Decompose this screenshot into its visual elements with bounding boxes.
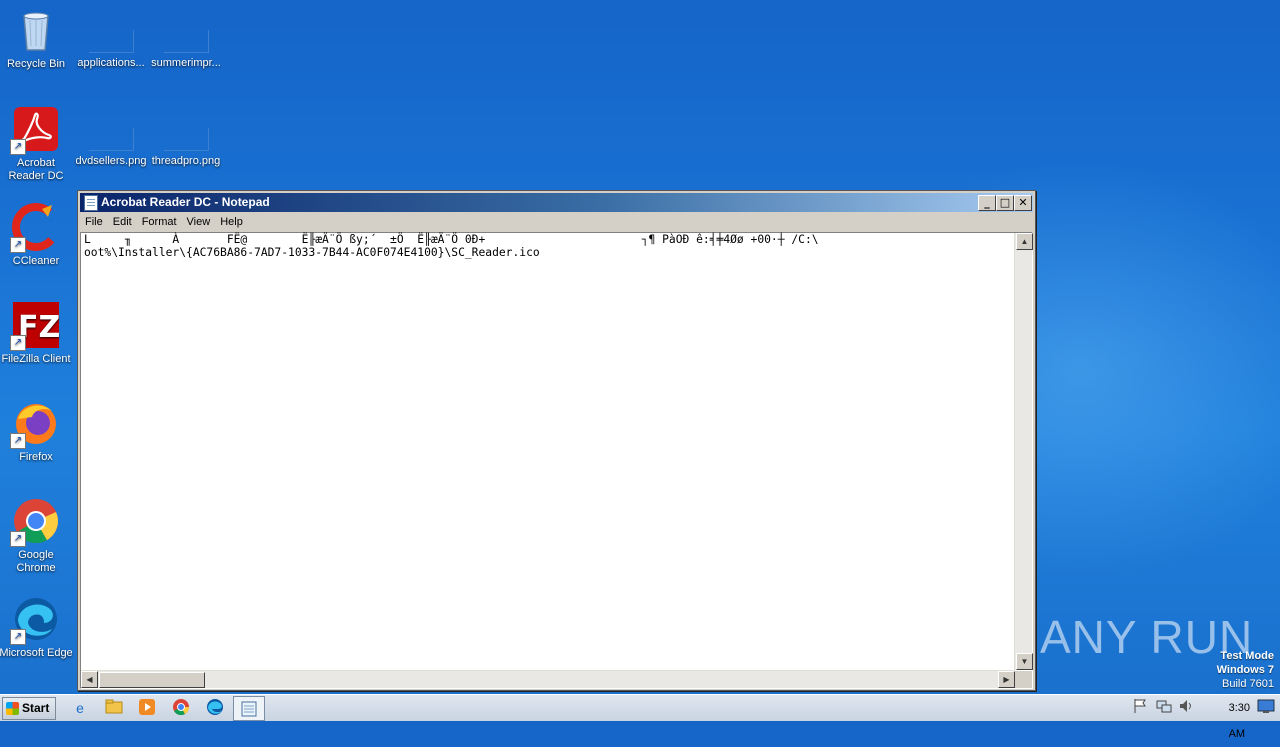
desktop-icon-label: threadpro.png — [151, 155, 221, 167]
recycle-bin-icon — [12, 6, 60, 54]
desktop-icon-label: Firefox — [19, 451, 53, 463]
desktop-icon-label: Acrobat Reader DC — [8, 157, 64, 182]
file-thumbnail-icon — [163, 128, 209, 151]
minimize-button[interactable]: _ — [978, 195, 996, 211]
resize-grip-icon[interactable] — [1015, 671, 1032, 688]
editor-line-1: L ╖ À FË@ Ë╟æÄ¨Ö ßy;´ ±Ö Ë╟æÄ¨Ö 0Ð+ ┐¶ P… — [84, 233, 819, 246]
file-thumbnail-icon — [88, 128, 134, 151]
windows-logo-icon — [6, 702, 19, 715]
window-titlebar[interactable]: Acrobat Reader DC - Notepad _ □ ✕ — [80, 193, 1033, 212]
close-button[interactable]: ✕ — [1014, 195, 1032, 211]
editor-line-2: oot%\Installer\{AC76BA86-7AD7-1033-7B44-… — [84, 246, 540, 259]
desktop-icon-label: Recycle Bin — [6, 58, 66, 70]
internet-explorer-icon[interactable]: e — [70, 698, 90, 718]
ccleaner-icon: ↗ — [10, 203, 60, 253]
scroll-right-icon[interactable]: ▶ — [998, 671, 1015, 688]
desktop-icon-recycle-bin[interactable]: Recycle Bin — [0, 6, 74, 71]
file-explorer-icon[interactable] — [104, 698, 124, 718]
scroll-down-icon[interactable]: ▼ — [1016, 653, 1033, 670]
desktop-icon-chrome[interactable]: ↗ Google Chrome — [0, 497, 74, 575]
desktop-icon-label: FileZilla Client — [1, 353, 71, 365]
desktop-icon-threadpro[interactable]: threadpro.png — [148, 104, 224, 168]
edge-taskbar-icon[interactable] — [205, 698, 225, 718]
test-mode-line-2: Windows 7 — [1216, 664, 1274, 676]
menu-view[interactable]: View — [182, 213, 216, 232]
desktop-icon-dvdsellers[interactable]: dvdsellers.png — [73, 104, 149, 168]
menu-help[interactable]: Help — [215, 213, 248, 232]
show-desktop-icon[interactable] — [1256, 698, 1276, 718]
maximize-button[interactable]: □ — [996, 195, 1014, 211]
desktop-icon-label: dvdsellers.png — [75, 155, 147, 167]
desktop-icon-edge[interactable]: ↗ Microsoft Edge — [0, 595, 74, 660]
edge-icon: ↗ — [10, 595, 60, 645]
desktop-icon-filezilla[interactable]: FZ ↗ FileZilla Client — [0, 301, 74, 366]
menu-format[interactable]: Format — [137, 213, 182, 232]
desktop-icon-label: Google Chrome — [16, 549, 56, 574]
notepad-icon — [84, 195, 98, 211]
start-button[interactable]: Start — [2, 697, 56, 720]
desktop-icon-ccleaner[interactable]: ↗ CCleaner — [0, 203, 74, 268]
network-icon[interactable] — [1154, 698, 1174, 718]
desktop-icon-applications[interactable]: applications... — [73, 6, 149, 70]
scroll-up-icon[interactable]: ▲ — [1016, 233, 1033, 250]
desktop: Recycle Bin applications... summerimpr..… — [0, 0, 1280, 694]
chrome-icon: ↗ — [10, 497, 60, 547]
horizontal-scroll-thumb[interactable] — [99, 672, 205, 688]
desktop-icon-label: applications... — [77, 57, 145, 69]
taskbar: Start e 3:30 AM — [0, 694, 1280, 740]
firefox-icon: ↗ — [10, 399, 60, 449]
shortcut-arrow-icon: ↗ — [10, 433, 26, 449]
desktop-icon-label: summerimpr... — [151, 57, 221, 69]
flag-icon[interactable] — [1130, 698, 1150, 718]
shortcut-arrow-icon: ↗ — [10, 531, 26, 547]
shortcut-arrow-icon: ↗ — [10, 139, 26, 155]
scroll-left-icon[interactable]: ◀ — [81, 671, 98, 688]
menu-edit[interactable]: Edit — [108, 213, 137, 232]
shortcut-arrow-icon: ↗ — [10, 237, 26, 253]
horizontal-scrollbar[interactable]: ◀ ▶ — [81, 670, 1015, 688]
start-label: Start — [22, 701, 50, 715]
test-mode-line-3: Build 7601 — [1222, 678, 1274, 690]
notepad-window: Acrobat Reader DC - Notepad _ □ ✕ File Ed… — [77, 190, 1036, 691]
desktop-icon-label: Microsoft Edge — [0, 647, 73, 659]
notepad-taskbar-button[interactable] — [233, 696, 265, 721]
file-thumbnail-icon — [88, 30, 134, 53]
clock[interactable]: 3:30 AM — [1229, 695, 1250, 747]
desktop-icon-firefox[interactable]: ↗ Firefox — [0, 399, 74, 464]
shortcut-arrow-icon: ↗ — [10, 335, 26, 351]
media-player-icon[interactable] — [137, 698, 157, 718]
file-thumbnail-icon — [163, 30, 209, 53]
menu-file[interactable]: File — [80, 213, 108, 232]
shortcut-arrow-icon: ↗ — [10, 629, 26, 645]
text-editor[interactable]: L ╖ À FË@ Ë╟æÄ¨Ö ßy;´ ±Ö Ë╟æÄ¨Ö 0Ð+ ┐¶ P… — [80, 232, 1033, 689]
desktop-icon-acrobat-reader[interactable]: ↗ Acrobat Reader DC — [0, 105, 74, 183]
chrome-taskbar-icon[interactable] — [171, 698, 191, 718]
vertical-scrollbar[interactable]: ▲ ▼ — [1014, 233, 1033, 670]
desktop-icon-summerimpr[interactable]: summerimpr... — [148, 6, 224, 70]
test-mode-notice: Test Mode Windows 7 Build 7601 — [1217, 649, 1274, 691]
menu-bar: File Edit Format View Help — [80, 213, 1033, 232]
filezilla-icon: FZ ↗ — [10, 301, 60, 351]
window-title: Acrobat Reader DC - Notepad — [101, 195, 270, 209]
volume-icon[interactable] — [1176, 698, 1196, 718]
test-mode-line-1: Test Mode — [1220, 650, 1274, 662]
acrobat-icon: ↗ — [10, 105, 60, 155]
desktop-icon-label: CCleaner — [12, 255, 60, 267]
